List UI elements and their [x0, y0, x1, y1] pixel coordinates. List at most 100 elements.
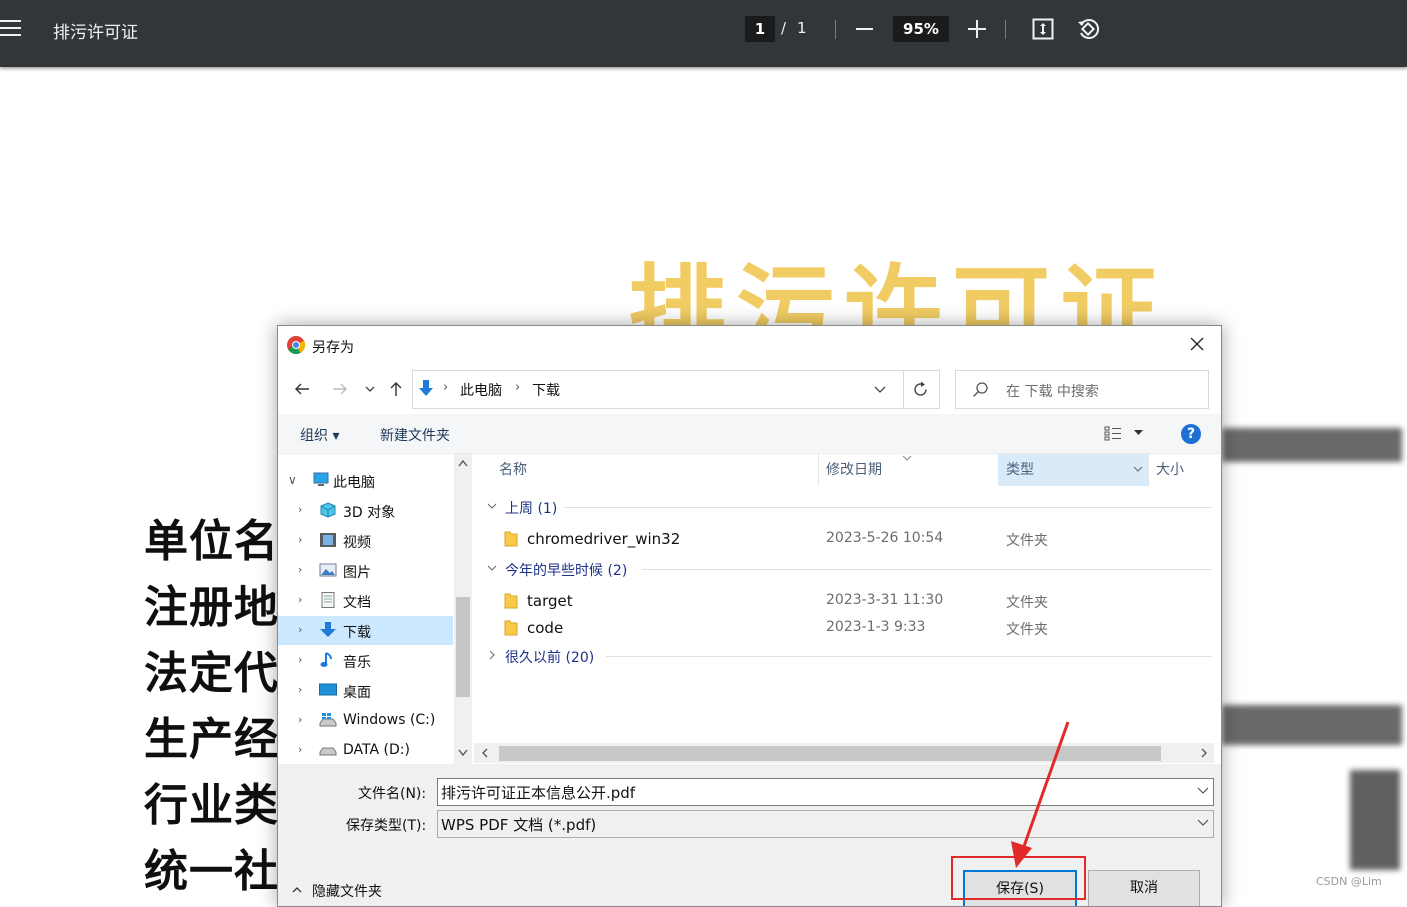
redacted-text — [1222, 705, 1402, 745]
refresh-button[interactable] — [902, 370, 940, 409]
expand-chevron-icon[interactable]: › — [298, 623, 302, 636]
file-row[interactable]: chromedriver_win32 2023-5-26 10:54 文件夹 — [474, 526, 1214, 552]
desktop-icon — [319, 683, 337, 696]
3d-objects-icon — [320, 502, 336, 518]
zoom-in-icon[interactable] — [968, 20, 986, 38]
rotate-icon[interactable] — [1076, 17, 1100, 41]
tree-item-label: 下载 — [343, 625, 371, 641]
file-type: 文件夹 — [1006, 595, 1048, 611]
group-collapse-icon[interactable] — [487, 503, 497, 510]
file-list-hscrollbar[interactable] — [474, 743, 1214, 763]
column-header-name[interactable]: 名称 — [499, 454, 527, 486]
expand-chevron-icon[interactable]: › — [298, 533, 302, 546]
search-icon — [973, 382, 988, 397]
group-header[interactable]: 很久以前 (20) — [505, 647, 594, 667]
filetype-dropdown-icon[interactable] — [1197, 817, 1209, 829]
file-list: 名称 修改日期 类型 大小 上周 (1) chromedriver_win32 … — [474, 454, 1221, 764]
up-arrow-icon[interactable] — [386, 379, 406, 399]
qr-code-blur — [1350, 770, 1400, 870]
column-divider[interactable] — [1148, 454, 1149, 486]
page-number-input[interactable]: 1 — [745, 16, 775, 42]
help-button[interactable]: ? — [1181, 424, 1201, 444]
folder-icon — [504, 593, 518, 609]
breadcrumb-chevron-icon[interactable]: › — [515, 380, 520, 395]
tree-item-3d-objects[interactable]: › 3D 对象 — [278, 496, 453, 525]
view-options-icon[interactable] — [1104, 426, 1122, 442]
breadcrumb-this-pc[interactable]: 此电脑 — [460, 380, 502, 400]
column-header-size[interactable]: 大小 — [1156, 454, 1184, 486]
filename-dropdown-icon[interactable] — [1197, 785, 1209, 797]
close-icon[interactable] — [1189, 336, 1205, 352]
column-header-type[interactable]: 类型 — [1006, 454, 1034, 486]
file-row[interactable]: code 2023-1-3 9:33 文件夹 — [474, 615, 1214, 641]
file-modified: 2023-1-3 9:33 — [826, 619, 926, 635]
expand-chevron-icon[interactable]: › — [298, 713, 302, 726]
tree-item-desktop[interactable]: › 桌面 — [278, 676, 453, 705]
new-folder-button[interactable]: 新建文件夹 — [380, 425, 450, 445]
dialog-titlebar[interactable]: 另存为 — [278, 326, 1221, 364]
tree-item-label: 图片 — [343, 565, 371, 581]
breadcrumb-downloads[interactable]: 下载 — [532, 380, 560, 400]
tree-item-music[interactable]: › 音乐 — [278, 646, 453, 675]
menu-icon[interactable] — [0, 20, 22, 38]
tree-item-label: 3D 对象 — [343, 505, 396, 521]
zoom-out-icon[interactable] — [856, 28, 873, 30]
refresh-icon — [914, 381, 927, 396]
filetype-select[interactable]: WPS PDF 文档 (*.pdf) — [437, 810, 1214, 838]
navigation-scrollbar[interactable] — [454, 454, 472, 764]
chrome-icon — [287, 336, 305, 354]
column-divider[interactable] — [818, 454, 819, 486]
expand-chevron-icon[interactable]: › — [298, 503, 302, 516]
group-header[interactable]: 今年的早些时候 (2) — [505, 560, 627, 580]
tree-item-windows-c[interactable]: › Windows (C:) — [278, 706, 453, 735]
scroll-up-icon[interactable] — [458, 459, 468, 467]
column-header-modified[interactable]: 修改日期 — [826, 454, 882, 486]
expand-chevron-icon[interactable]: ∨ — [288, 473, 297, 487]
cancel-button[interactable]: 取消 — [1088, 870, 1200, 906]
organize-button[interactable]: 组织 ▾ — [300, 425, 339, 445]
document-title: 排污许可证 — [53, 23, 138, 43]
group-expand-icon[interactable] — [489, 650, 496, 660]
group-header[interactable]: 上周 (1) — [505, 498, 557, 518]
search-input[interactable]: 在 下载 中搜索 — [955, 370, 1209, 409]
file-row[interactable]: target 2023-3-31 11:30 文件夹 — [474, 588, 1214, 614]
tree-item-label: 此电脑 — [333, 475, 375, 491]
scroll-right-icon[interactable] — [1201, 748, 1208, 758]
forward-arrow-icon[interactable] — [330, 379, 350, 399]
recent-locations-chevron-icon[interactable] — [363, 379, 377, 399]
toolbar-divider — [835, 20, 836, 39]
tree-item-this-pc[interactable]: ∨ 此电脑 — [278, 466, 453, 495]
tree-item-label: DATA (D:) — [343, 742, 410, 758]
expand-chevron-icon[interactable]: › — [298, 743, 302, 756]
documents-icon — [321, 592, 335, 608]
tree-item-downloads[interactable]: › 下载 — [278, 616, 453, 645]
scroll-down-icon[interactable] — [458, 749, 468, 757]
tree-item-videos[interactable]: › 视频 — [278, 526, 453, 555]
fit-to-page-icon[interactable] — [1032, 18, 1054, 40]
computer-icon — [313, 472, 329, 486]
address-dropdown-icon[interactable] — [873, 383, 887, 397]
scrollbar-thumb[interactable] — [456, 597, 470, 697]
back-arrow-icon[interactable] — [292, 379, 312, 399]
expand-chevron-icon[interactable]: › — [298, 653, 302, 666]
view-dropdown-icon[interactable] — [1134, 430, 1143, 436]
scroll-left-icon[interactable] — [481, 748, 488, 758]
sort-indicator-icon — [902, 455, 912, 461]
drive-icon — [319, 713, 337, 727]
expand-chevron-icon[interactable]: › — [298, 593, 302, 606]
folder-icon — [504, 531, 518, 547]
tree-item-data-d[interactable]: › DATA (D:) — [278, 736, 453, 765]
expand-chevron-icon[interactable]: › — [298, 563, 302, 576]
group-collapse-icon[interactable] — [487, 565, 497, 572]
column-filter-chevron-icon[interactable] — [1133, 466, 1143, 473]
address-bar[interactable]: › 此电脑 › 下载 — [412, 370, 904, 409]
scrollbar-thumb[interactable] — [499, 746, 1161, 761]
tree-item-documents[interactable]: › 文档 — [278, 586, 453, 615]
filename-input[interactable]: 排污许可证正本信息公开.pdf — [437, 778, 1214, 806]
tree-item-pictures[interactable]: › 图片 — [278, 556, 453, 585]
expand-chevron-icon[interactable]: › — [298, 683, 302, 696]
breadcrumb-chevron-icon[interactable]: › — [443, 380, 448, 395]
zoom-level-input[interactable]: 95% — [893, 16, 949, 42]
chevron-up-icon — [292, 887, 302, 893]
pdf-field-label: 注册地 — [144, 582, 279, 633]
